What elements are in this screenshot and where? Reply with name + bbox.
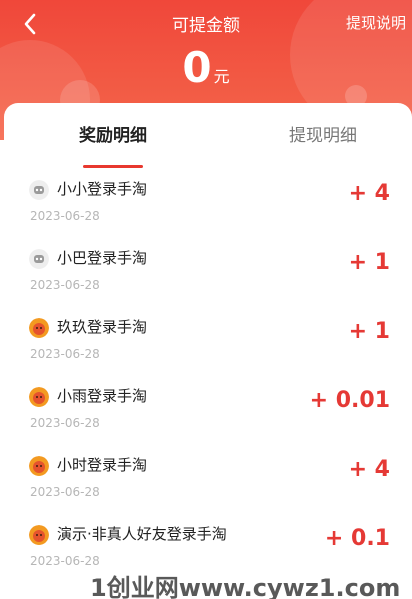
record-name: 玖玖登录手淘 [57,318,148,336]
orange-face-avatar-icon [29,318,49,338]
record-reward: + 4 [348,457,390,482]
robot-avatar-icon [29,249,49,269]
tab-withdraw-details[interactable]: 提现明细 [263,121,383,146]
record-name: 小巴登录手淘 [57,249,148,267]
orange-face-avatar-icon [29,456,49,476]
record-date: 2023-06-28 [30,416,100,430]
list-item: 小雨登录手淘 2023-06-28 + 0.01 [4,385,412,454]
list-item: 小小登录手淘 2023-06-28 + 4 [4,178,412,247]
record-reward: + 4 [348,181,390,206]
amount-value: 0 [182,43,212,92]
record-reward: + 0.1 [324,526,390,551]
record-name: 小小登录手淘 [57,180,148,198]
amount-display: 0元 [0,44,412,92]
active-tab-indicator [83,165,143,168]
list-item: 小时登录手淘 2023-06-28 + 4 [4,454,412,523]
record-name: 小雨登录手淘 [57,387,148,405]
record-date: 2023-06-28 [30,278,100,292]
amount-unit: 元 [213,67,230,86]
orange-face-avatar-icon [29,387,49,407]
record-date: 2023-06-28 [30,485,100,499]
watermark: 1创业网www.cywz1.com [90,574,401,599]
tab-bar: 奖励明细 提现明细 [4,121,412,168]
withdraw-help-link[interactable]: 提现说明 [346,12,406,33]
record-name: 小时登录手淘 [57,456,148,474]
record-reward: + 0.01 [309,388,390,413]
record-name: 演示·非真人好友登录手淘 [57,525,227,543]
records-card: 奖励明细 提现明细 小小登录手淘 2023-06-28 + 4 小巴登录手淘 2… [4,103,412,599]
tab-reward-details[interactable]: 奖励明细 [53,121,173,146]
record-reward: + 1 [348,319,390,344]
list-item: 玖玖登录手淘 2023-06-28 + 1 [4,316,412,385]
record-date: 2023-06-28 [30,347,100,361]
orange-face-avatar-icon [29,525,49,545]
list-item: 小巴登录手淘 2023-06-28 + 1 [4,247,412,316]
record-reward: + 1 [348,250,390,275]
record-date: 2023-06-28 [30,554,100,568]
robot-avatar-icon [29,180,49,200]
record-date: 2023-06-28 [30,209,100,223]
